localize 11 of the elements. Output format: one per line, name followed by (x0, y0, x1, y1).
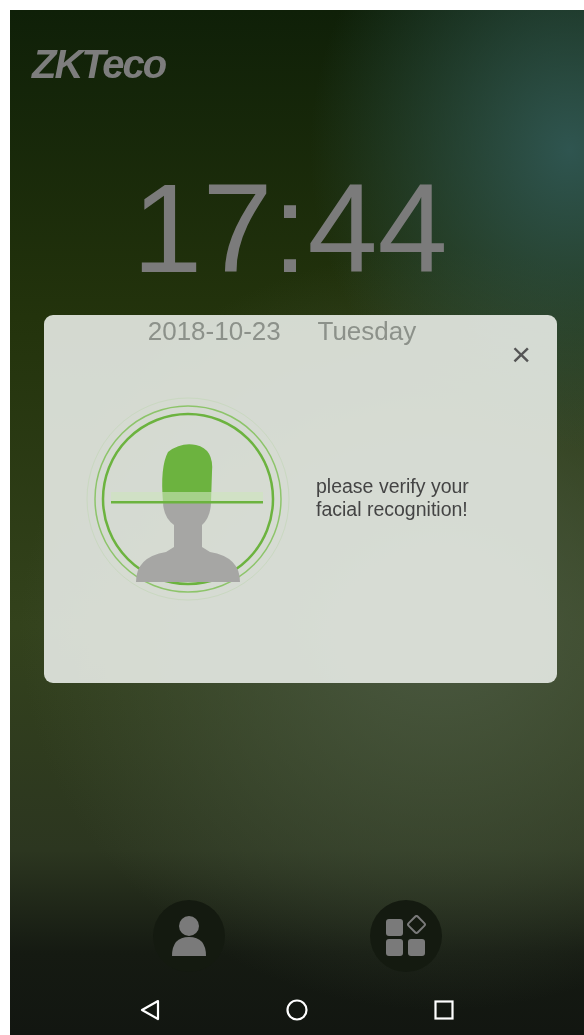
grid-icon (383, 915, 428, 957)
face-scan-icon (86, 397, 290, 601)
recents-icon (434, 1000, 454, 1020)
person-icon (170, 915, 207, 957)
back-icon (140, 999, 160, 1021)
clock-time: 17:44 (131, 166, 449, 292)
verify-message: please verify your facial recognition! (316, 475, 470, 522)
close-button[interactable]: × (507, 337, 535, 371)
home-icon (286, 999, 308, 1021)
clock-date: 2018-10-23 Tuesday (146, 315, 418, 348)
brand-logo: ZKTeco (32, 44, 167, 84)
